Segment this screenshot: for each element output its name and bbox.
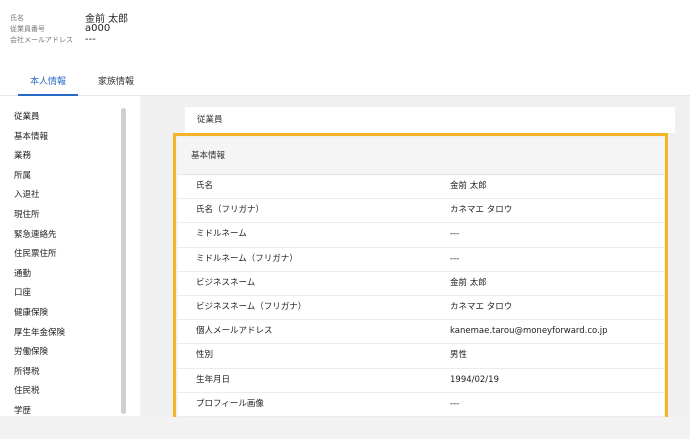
sidebar-list: 従業員 基本情報 業務 所属 入退社 現住所 緊急連絡先 住民票住所 通勤 口座… [14,108,65,422]
sidebar-item-labor-insurance[interactable]: 労働保険 [14,343,65,363]
sidebar-item-bank-account[interactable]: 口座 [14,284,65,304]
sidebar-item-pension[interactable]: 厚生年金保険 [14,324,65,344]
section-title: 従業員 [185,107,675,133]
employee-meta: 氏名 金前 太郎 従業員番号 a000 会社メールアドレス --- [10,12,128,46]
sidebar-item-income-tax[interactable]: 所得税 [14,363,65,383]
employee-number-label: 従業員番号 [10,24,45,33]
bottom-bar [0,417,690,439]
sidebar-item-emergency-contact[interactable]: 緊急連絡先 [14,226,65,246]
sidebar-item-commute[interactable]: 通勤 [14,265,65,285]
tab-family-info[interactable]: 家族情報 [86,70,146,96]
sidebar-item-resident-tax[interactable]: 住民税 [14,382,65,402]
tab-personal-info[interactable]: 本人情報 [18,70,79,96]
employee-name-row: 氏名 金前 太郎 [10,12,128,26]
employee-number-value: a000 [85,23,111,34]
profile-tabs: 本人情報 家族情報 [18,70,146,96]
sidebar-item-basic-info[interactable]: 基本情報 [14,128,65,148]
sidebar-item-current-address[interactable]: 現住所 [14,206,65,226]
employee-email-row: 会社メールアドレス --- [10,34,128,45]
highlight-frame [173,133,668,433]
employee-header: 氏名 金前 太郎 従業員番号 a000 会社メールアドレス --- 本人情報 家… [0,0,690,96]
employee-name-label: 氏名 [10,13,24,22]
sidebar-item-department[interactable]: 所属 [14,167,65,187]
sidebar-nav: 従業員 基本情報 業務 所属 入退社 現住所 緊急連絡先 住民票住所 通勤 口座… [0,96,140,416]
sidebar-item-resident-address[interactable]: 住民票住所 [14,245,65,265]
employee-email-label: 会社メールアドレス [10,35,73,44]
sidebar-scrollbar[interactable] [121,108,126,414]
sidebar-item-health-insurance[interactable]: 健康保険 [14,304,65,324]
employee-email-value: --- [85,34,96,45]
sidebar-item-work[interactable]: 業務 [14,147,65,167]
sidebar-item-join-leave[interactable]: 入退社 [14,186,65,206]
sidebar-item-employee[interactable]: 従業員 [14,108,65,128]
